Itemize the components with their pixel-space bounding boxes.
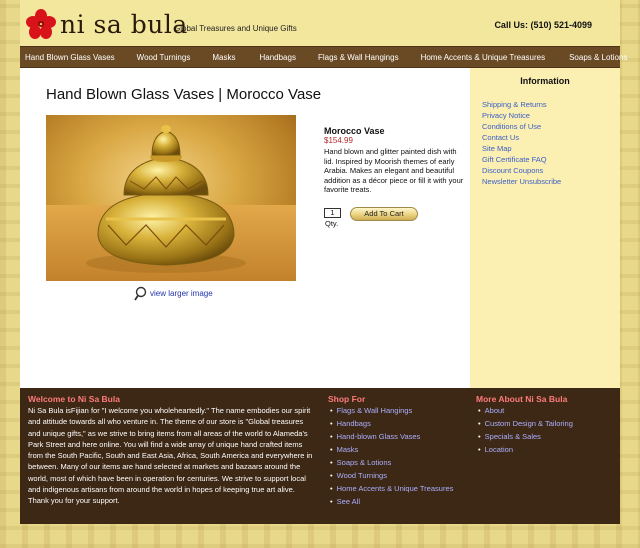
information-sidebar: Information Shipping & Returns Privacy N…: [470, 68, 620, 388]
content-area: Hand Blown Glass Vases | Morocco Vase vi…: [20, 68, 620, 388]
quantity-label: Qty.: [325, 219, 339, 228]
logo-text: ni sa bula: [60, 9, 188, 39]
phone-number: Call Us: (510) 521-4099: [494, 20, 592, 30]
page-title: Hand Blown Glass Vases | Morocco Vase: [46, 86, 322, 103]
about-list: • About • Custom Design & Tailoring • Speci…: [478, 404, 573, 456]
magnifier-icon: [134, 286, 147, 301]
about-link-custom-design[interactable]: • Custom Design & Tailoring: [478, 417, 573, 430]
page: ni sa bula Global Treasures and Unique G…: [20, 0, 627, 548]
product-main: Hand Blown Glass Vases | Morocco Vase vi…: [20, 68, 470, 388]
shop-link-flags[interactable]: • Flags & Wall Hangings: [330, 404, 453, 417]
site-header: ni sa bula Global Treasures and Unique G…: [20, 0, 620, 46]
site-footer: Welcome to Ni Sa Bula Ni Sa Bula isFijia…: [20, 388, 620, 524]
about-link-specials[interactable]: • Specials & Sales: [478, 430, 573, 443]
nav-item-masks[interactable]: Masks: [212, 53, 235, 62]
product-description: Hand blown and glitter painted dish with…: [324, 147, 464, 194]
view-larger[interactable]: view larger image: [134, 286, 213, 301]
welcome-text: Ni Sa Bula isFijian for "I welcome you w…: [28, 406, 313, 506]
sidebar-link-unsubscribe[interactable]: Newsletter Unsubscribe: [482, 176, 620, 187]
shop-link-see-all[interactable]: • See All: [330, 495, 453, 508]
sidebar-link-shipping[interactable]: Shipping & Returns: [482, 99, 620, 110]
about-link-location[interactable]: • Location: [478, 443, 573, 456]
sidebar-link-privacy[interactable]: Privacy Notice: [482, 110, 620, 121]
main-nav: Hand Blown Glass Vases Wood Turnings Mas…: [20, 46, 627, 68]
sidebar-link-coupons[interactable]: Discount Coupons: [482, 165, 620, 176]
sidebar-link-conditions[interactable]: Conditions of Use: [482, 121, 620, 132]
nav-item-home-accents[interactable]: Home Accents & Unique Treasures: [421, 53, 546, 62]
shop-link-handbags[interactable]: • Handbags: [330, 417, 453, 430]
site-tagline: Global Treasures and Unique Gifts: [174, 24, 297, 33]
shop-for-list: • Flags & Wall Hangings • Handbags • Hand-b…: [330, 404, 453, 508]
about-link-about[interactable]: • About: [478, 404, 573, 417]
quantity-input[interactable]: 1: [324, 208, 341, 218]
product-name: Morocco Vase: [324, 126, 385, 136]
site-logo[interactable]: ni sa bula: [26, 9, 188, 39]
nav-item-flags[interactable]: Flags & Wall Hangings: [318, 53, 399, 62]
nav-item-soaps[interactable]: Soaps & Lotions: [569, 53, 627, 62]
product-price: $154.99: [324, 136, 353, 145]
shop-link-soaps[interactable]: • Soaps & Lotions: [330, 456, 453, 469]
welcome-heading: Welcome to Ni Sa Bula: [28, 394, 120, 404]
shop-link-wood[interactable]: • Wood Turnings: [330, 469, 453, 482]
shop-for-heading: Shop For: [328, 394, 366, 404]
shop-link-glass-vases[interactable]: • Hand-blown Glass Vases: [330, 430, 453, 443]
hibiscus-flower-icon: [26, 9, 56, 39]
vase-illustration: [86, 125, 246, 273]
nav-item-glass-vases[interactable]: Hand Blown Glass Vases: [25, 53, 115, 62]
nav-item-wood-turnings[interactable]: Wood Turnings: [137, 53, 191, 62]
product-image[interactable]: [46, 115, 296, 281]
view-larger-link[interactable]: view larger image: [150, 289, 213, 298]
shop-link-masks[interactable]: • Masks: [330, 443, 453, 456]
shop-link-home-accents[interactable]: • Home Accents & Unique Treasures: [330, 482, 453, 495]
sidebar-link-contact[interactable]: Contact Us: [482, 132, 620, 143]
sidebar-title: Information: [520, 76, 570, 86]
add-to-cart-button[interactable]: Add To Cart: [350, 207, 418, 221]
about-heading: More About Ni Sa Bula: [476, 394, 568, 404]
sidebar-links: Shipping & Returns Privacy Notice Condit…: [470, 99, 620, 187]
sidebar-link-sitemap[interactable]: Site Map: [482, 143, 620, 154]
nav-item-handbags[interactable]: Handbags: [259, 53, 295, 62]
sidebar-link-gift-faq[interactable]: Gift Certificate FAQ: [482, 154, 620, 165]
